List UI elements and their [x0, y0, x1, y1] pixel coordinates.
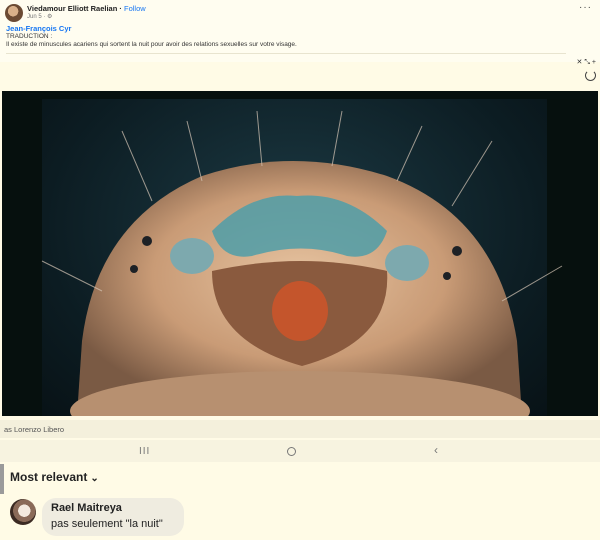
sort-accent [0, 464, 4, 494]
refresh-icon[interactable] [585, 70, 596, 81]
photo-credit: as Lorenzo Libero [4, 425, 65, 434]
recents-icon[interactable]: III [139, 446, 150, 457]
author-name[interactable]: Viedamour Elliott Raelian · Follow [27, 4, 146, 13]
comment-text: pas seulement "la nuit" [51, 518, 163, 530]
author-avatar[interactable] [5, 4, 23, 22]
sort-label[interactable]: Most relevant [10, 470, 87, 484]
name-separator: · [117, 4, 124, 13]
image-toolbar[interactable]: ✕ ⤡ + [577, 58, 596, 67]
follow-button[interactable]: Follow [124, 4, 146, 13]
divider [6, 53, 566, 54]
post-photo[interactable] [2, 91, 598, 416]
post-label: TRADUCTION : [6, 33, 53, 40]
chevron-down-icon[interactable]: ⌄ [90, 473, 98, 484]
author-name-text[interactable]: Viedamour Elliott Raelian [27, 4, 117, 13]
system-nav-bar [0, 440, 600, 462]
more-options-icon[interactable]: ··· [579, 2, 592, 13]
home-icon[interactable] [287, 447, 296, 456]
photo-credit-bar [0, 420, 600, 438]
commenter-name[interactable]: Rael Maitreya [51, 502, 122, 514]
post-caption: Il existe de minuscules acariens qui sor… [6, 41, 297, 48]
back-icon[interactable]: ‹ [434, 443, 438, 457]
commenter-avatar[interactable] [10, 499, 36, 525]
post-date[interactable]: Jun 5 · ⚙ [27, 13, 52, 20]
mite-illustration [41, 110, 563, 416]
tagged-name-link[interactable]: Jean-François Cyr [6, 24, 71, 33]
sort-dropdown[interactable]: Most relevant ⌄ [10, 470, 99, 484]
